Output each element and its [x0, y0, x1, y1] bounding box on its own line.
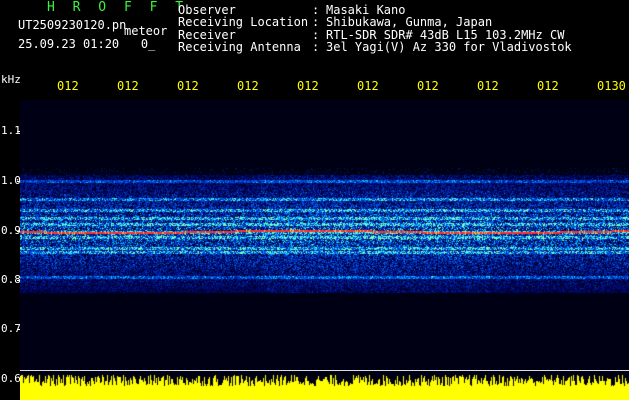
spectrogram-panel — [20, 100, 629, 400]
frequency-unit-label: kHz — [1, 73, 21, 86]
time-tick: 012 — [477, 79, 499, 93]
time-tick: 0130 — [597, 79, 626, 93]
spectrogram-canvas — [20, 100, 629, 400]
time-tick: 012 — [297, 79, 319, 93]
level-baseline — [20, 370, 629, 371]
location-label: Receiving Location — [178, 15, 309, 30]
location-value: Shibukawa, Gunma, Japan — [326, 15, 493, 30]
time-tick: 012 — [357, 79, 379, 93]
frequency-tick: 0.6 — [1, 372, 21, 385]
timestamp: 25.09.23 01:20 0_ — [18, 37, 156, 51]
time-tick: 012 — [537, 79, 559, 93]
time-tick: 012 — [417, 79, 439, 93]
time-tick: 012 — [57, 79, 79, 93]
antenna-value: 3el Yagi(V) Az 330 for Vladivostok — [326, 39, 572, 54]
time-tick: 012 — [117, 79, 139, 93]
station-info: Observer : Masaki Kano Receiving Locatio… — [178, 4, 572, 53]
antenna-label: Receiving Antenna — [178, 39, 301, 54]
separator: : — [312, 15, 320, 30]
detection-type: meteor — [124, 24, 168, 38]
separator: : — [312, 39, 320, 54]
app-brand: H R O F F T — [47, 0, 189, 15]
time-tick: 012 — [177, 79, 199, 93]
file-name: UT2509230120.pn — [18, 18, 127, 32]
station-row-antenna: Receiving Antenna : 3el Yagi(V) Az 330 f… — [178, 39, 572, 54]
time-tick: 012 — [237, 79, 259, 93]
station-row-location: Receiving Location : Shibukawa, Gunma, J… — [178, 15, 572, 30]
